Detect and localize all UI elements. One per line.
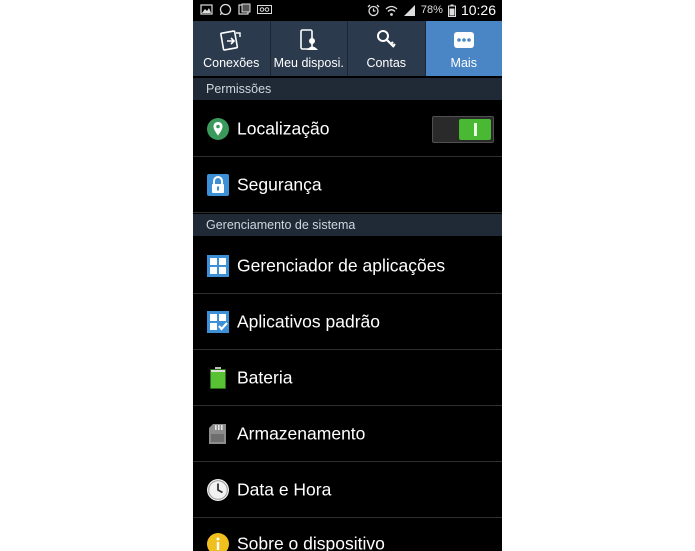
- about-device-label: Sobre o dispositivo: [237, 533, 385, 551]
- list-item-battery[interactable]: Bateria: [193, 350, 502, 406]
- tab-connections[interactable]: Conexões: [193, 21, 271, 76]
- info-icon: [207, 533, 229, 551]
- gallery-icon: [200, 4, 213, 15]
- voicemail-icon: [257, 5, 272, 14]
- default-apps-icon: [207, 310, 229, 333]
- settings-tab-bar: Conexões Meu disposi. Contas Mais: [193, 21, 502, 76]
- list-item-storage[interactable]: Armazenamento: [193, 406, 502, 462]
- battery-icon: [447, 4, 456, 17]
- tab-accounts-label: Contas: [366, 56, 407, 70]
- battery-percent: 78%: [420, 4, 443, 16]
- status-bar: 78% 10:26: [193, 0, 502, 21]
- photo-icon: [238, 3, 251, 15]
- storage-label: Armazenamento: [237, 423, 366, 443]
- section-header-permissions: Permissões: [193, 78, 502, 100]
- list-item-app-manager[interactable]: Gerenciador de aplicações: [193, 238, 502, 294]
- list-item-about-device[interactable]: Sobre o dispositivo: [193, 518, 502, 551]
- battery-label: Bateria: [237, 367, 293, 387]
- toggle-knob: [459, 119, 491, 140]
- list-item-default-apps[interactable]: Aplicativos padrão: [193, 294, 502, 350]
- sd-card-icon: [209, 423, 226, 444]
- default-apps-label: Aplicativos padrão: [237, 311, 380, 331]
- section-header-system: Gerenciamento de sistema: [193, 214, 502, 236]
- lock-icon: [207, 173, 229, 196]
- clock-icon: [207, 478, 229, 501]
- battery-level-icon: [210, 366, 226, 389]
- tab-my-device-label: Meu disposi.: [273, 56, 344, 70]
- tab-more-label: Mais: [450, 56, 477, 70]
- list-item-date-time[interactable]: Data e Hora: [193, 462, 502, 518]
- connections-icon: [220, 30, 241, 51]
- tab-more[interactable]: Mais: [425, 21, 502, 76]
- tab-connections-label: Conexões: [203, 56, 260, 70]
- key-icon: [377, 30, 397, 48]
- wifi-icon: [385, 5, 398, 16]
- alarm-icon: [367, 4, 380, 16]
- location-label: Localização: [237, 118, 330, 138]
- location-pin-icon: [207, 117, 229, 140]
- app-manager-label: Gerenciador de aplicações: [237, 255, 446, 275]
- location-toggle[interactable]: [432, 116, 494, 143]
- date-time-label: Data e Hora: [237, 479, 332, 499]
- whatsapp-icon: [219, 3, 232, 16]
- tab-accounts[interactable]: Contas: [348, 21, 426, 76]
- app-grid-icon: [207, 254, 229, 277]
- device-icon: [299, 29, 318, 50]
- tab-my-device[interactable]: Meu disposi.: [271, 21, 348, 76]
- clock: 10:26: [460, 2, 496, 18]
- security-label: Segurança: [237, 174, 322, 194]
- list-item-security[interactable]: Segurança: [193, 157, 502, 213]
- signal-icon: [403, 4, 415, 16]
- phone-screen: 78% 10:26 Conexões Meu disposi. Contas M…: [193, 0, 502, 551]
- more-icon: [453, 32, 474, 48]
